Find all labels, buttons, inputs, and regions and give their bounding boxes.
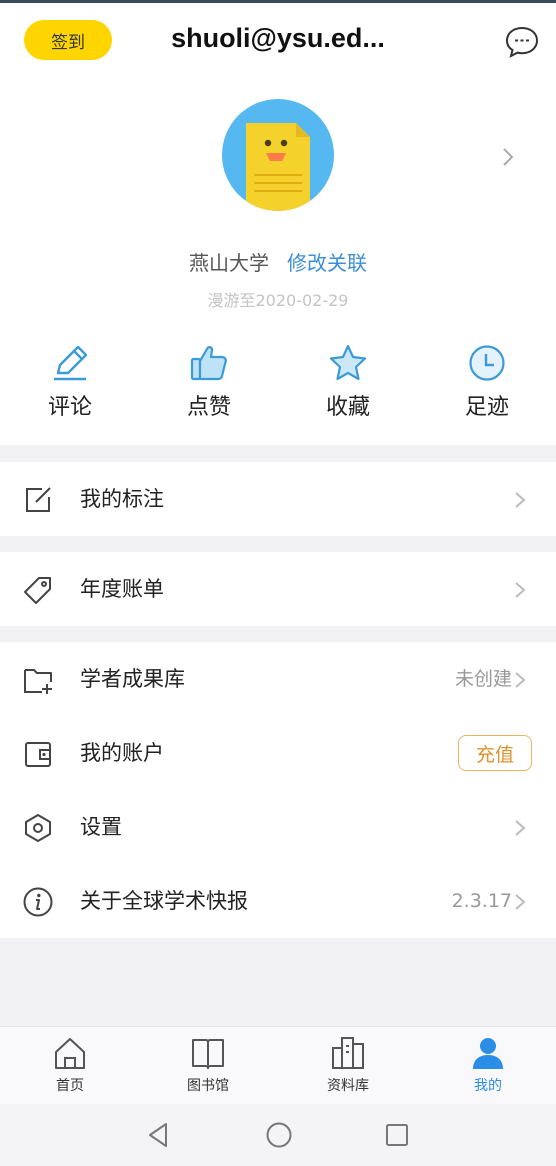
tab-label: 资料库	[327, 1078, 369, 1094]
menu-item-about[interactable]: 关于全球学术快报 2.3.17	[0, 864, 556, 938]
avatar[interactable]	[222, 99, 334, 211]
info-icon	[23, 887, 53, 917]
home-circle-icon[interactable]	[264, 1120, 294, 1150]
star-icon	[329, 344, 367, 381]
account-title: shuoli@ysu.ed...	[171, 23, 385, 53]
library-icon	[332, 1037, 364, 1069]
back-icon[interactable]	[144, 1120, 174, 1150]
recharge-button[interactable]: 充值	[458, 735, 532, 771]
menu-item-label: 我的标注	[80, 487, 164, 511]
chevron-right-icon	[515, 894, 526, 910]
menu-item-label: 学者成果库	[80, 667, 185, 691]
quick-action-like[interactable]: 点赞	[159, 343, 259, 427]
system-nav-bar	[0, 1104, 556, 1166]
app-version: 2.3.17	[451, 890, 512, 912]
pencil-icon	[54, 345, 88, 381]
thumbs-up-icon	[190, 346, 227, 381]
menu-item-settings[interactable]: 设置	[0, 790, 556, 864]
chevron-right-icon	[515, 492, 526, 508]
quick-action-label: 点赞	[186, 395, 231, 420]
home-icon	[55, 1038, 85, 1069]
message-icon[interactable]	[504, 24, 540, 60]
institution-name: 燕山大学	[189, 251, 269, 275]
book-icon	[192, 1039, 224, 1069]
quick-action-label: 收藏	[325, 395, 370, 420]
user-icon	[473, 1038, 503, 1069]
tab-label: 图书馆	[187, 1078, 229, 1094]
menu-item-label: 关于全球学术快报	[80, 889, 248, 913]
roam-date: 漫游至2020-02-29	[207, 291, 349, 310]
quick-action-history[interactable]: 足迹	[437, 343, 537, 427]
menu-card-main: 学者成果库 未创建 我的账户 充值 设置 关于全球学术快报 2.3.17	[0, 642, 556, 938]
chevron-right-icon[interactable]	[498, 145, 518, 169]
menu-item-label: 设置	[80, 815, 122, 839]
tab-database[interactable]: 资料库	[308, 1035, 388, 1099]
hexagon-settings-icon	[25, 814, 51, 842]
checkin-button[interactable]: 签到	[24, 20, 112, 60]
tab-mine[interactable]: 我的	[448, 1035, 528, 1099]
quick-action-label: 评论	[47, 395, 92, 420]
menu-item-annotations[interactable]: 我的标注	[0, 462, 556, 536]
menu-item-scholar-library[interactable]: 学者成果库 未创建	[0, 642, 556, 716]
tab-label: 首页	[56, 1078, 84, 1094]
tag-icon	[24, 577, 51, 604]
institution-line: 燕山大学 修改关联	[0, 247, 556, 276]
bottom-tab-bar: 首页 图书馆 资料库 我的	[0, 1026, 556, 1104]
menu-item-annual-bill[interactable]: 年度账单	[0, 552, 556, 626]
chevron-right-icon	[515, 672, 526, 688]
recent-apps-icon[interactable]	[382, 1120, 412, 1150]
avatar-document-character	[246, 123, 310, 211]
profile-section: 签到 shuoli@ysu.ed... 燕山大学 修改关联 漫游至2020-02-…	[0, 3, 556, 445]
tab-library[interactable]: 图书馆	[168, 1035, 248, 1099]
wallet-icon	[25, 742, 51, 767]
clock-icon	[469, 345, 505, 381]
menu-card-annual-bill: 年度账单	[0, 552, 556, 626]
quick-action-favorite[interactable]: 收藏	[298, 343, 398, 427]
tab-home[interactable]: 首页	[30, 1035, 110, 1099]
menu-item-label: 年度账单	[80, 577, 164, 601]
quick-action-comment[interactable]: 评论	[20, 343, 120, 427]
tab-label: 我的	[474, 1078, 502, 1094]
chevron-right-icon	[515, 820, 526, 836]
folder-plus-icon	[24, 669, 52, 694]
menu-card-annotations: 我的标注	[0, 462, 556, 536]
menu-item-my-account[interactable]: 我的账户 充值	[0, 716, 556, 790]
quick-action-label: 足迹	[464, 395, 509, 420]
edit-square-icon	[26, 487, 51, 512]
edit-association-link[interactable]: 修改关联	[287, 251, 367, 275]
menu-item-label: 我的账户	[80, 741, 164, 765]
chevron-right-icon	[515, 582, 526, 598]
scholar-library-status: 未创建	[454, 668, 512, 690]
